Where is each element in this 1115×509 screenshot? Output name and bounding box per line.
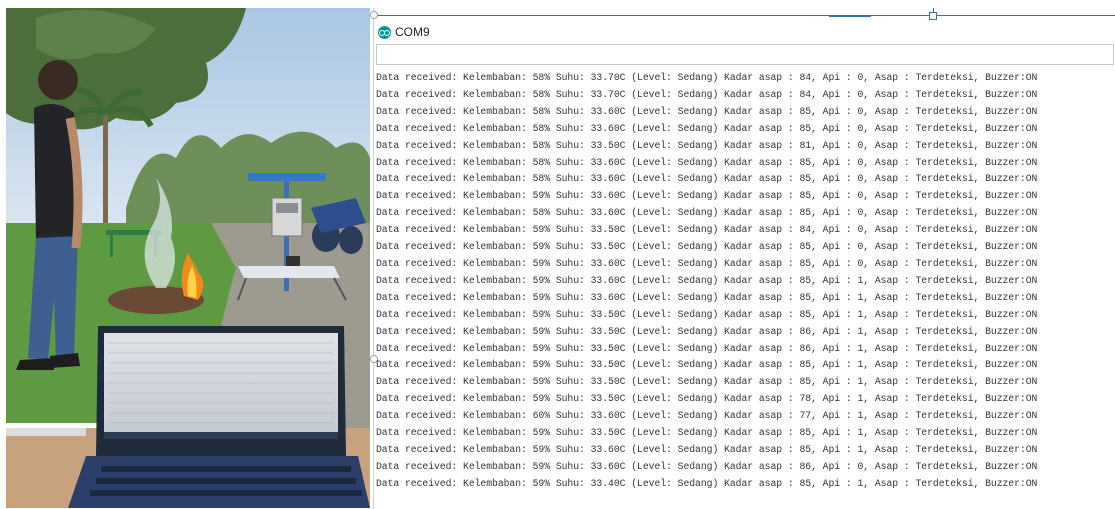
serial-line: Data received: Kelembaban: 58% Suhu: 33.… [376, 105, 1038, 117]
serial-line: Data received: Kelembaban: 59% Suhu: 33.… [376, 308, 1038, 320]
serial-line: Data received: Kelembaban: 59% Suhu: 33.… [376, 427, 1038, 439]
serial-line: Data received: Kelembaban: 59% Suhu: 33.… [376, 393, 1038, 405]
serial-line: Data received: Kelembaban: 58% Suhu: 33.… [376, 156, 1038, 168]
serial-line: Data received: Kelembaban: 58% Suhu: 33.… [376, 72, 1038, 83]
serial-line: Data received: Kelembaban: 59% Suhu: 33.… [376, 291, 1038, 303]
serial-line: Data received: Kelembaban: 59% Suhu: 33.… [376, 274, 1038, 286]
corner-handle[interactable] [370, 11, 378, 19]
arduino-infinity-icon [378, 25, 391, 39]
serial-monitor-window: COM9 Data received: Kelembaban: 58% Suhu… [370, 8, 1115, 509]
serial-line: Data received: Kelembaban: 59% Suhu: 33.… [376, 257, 1038, 269]
serial-line: Data received: Kelembaban: 58% Suhu: 33.… [376, 207, 1038, 219]
serial-line: Data received: Kelembaban: 58% Suhu: 33.… [376, 173, 1038, 185]
window-title: COM9 [395, 25, 430, 39]
serial-line: Data received: Kelembaban: 59% Suhu: 33.… [376, 359, 1038, 371]
serial-line: Data received: Kelembaban: 59% Suhu: 33.… [376, 241, 1038, 253]
serial-send-input[interactable] [376, 44, 1114, 65]
serial-line: Data received: Kelembaban: 58% Suhu: 33.… [376, 122, 1038, 134]
serial-line: Data received: Kelembaban: 59% Suhu: 33.… [376, 443, 1038, 455]
serial-line: Data received: Kelembaban: 58% Suhu: 33.… [376, 139, 1038, 151]
serial-line: Data received: Kelembaban: 59% Suhu: 33.… [376, 342, 1038, 354]
serial-output-area[interactable]: Data received: Kelembaban: 58% Suhu: 33.… [376, 70, 1114, 504]
serial-line: Data received: Kelembaban: 59% Suhu: 33.… [376, 376, 1038, 388]
serial-line: Data received: Kelembaban: 60% Suhu: 33.… [376, 410, 1038, 422]
table [238, 266, 340, 278]
window-titlebar: COM9 [378, 22, 430, 42]
field-test-photo [6, 8, 370, 508]
serial-line: Data received: Kelembaban: 59% Suhu: 33.… [376, 190, 1038, 202]
window-tab-indicator [829, 15, 871, 17]
resize-handle[interactable] [929, 12, 937, 20]
person-head [38, 60, 78, 100]
serial-line: Data received: Kelembaban: 59% Suhu: 33.… [376, 460, 1038, 472]
serial-line: Data received: Kelembaban: 58% Suhu: 33.… [376, 88, 1038, 100]
serial-line: Data received: Kelembaban: 59% Suhu: 33.… [376, 477, 1038, 489]
serial-line: Data received: Kelembaban: 59% Suhu: 33.… [376, 325, 1038, 337]
serial-line: Data received: Kelembaban: 59% Suhu: 33.… [376, 224, 1038, 236]
window-border [374, 15, 1115, 16]
solar-panel [248, 173, 326, 181]
